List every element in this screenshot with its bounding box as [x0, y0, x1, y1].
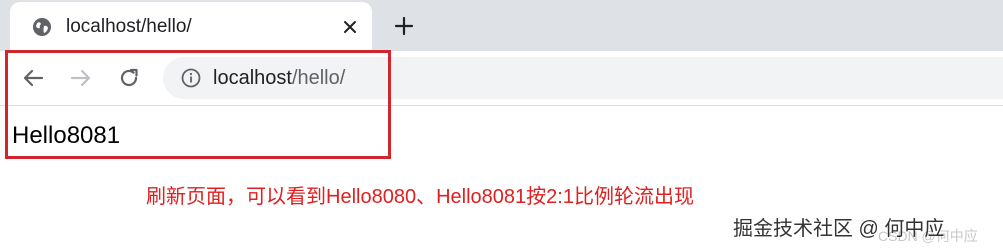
info-circle-icon[interactable] [181, 68, 201, 88]
tab-strip: localhost/hello/ [0, 0, 1003, 51]
browser-toolbar: localhost/hello/ [0, 51, 1003, 106]
url-host: localhost [213, 67, 292, 89]
tab-title: localhost/hello/ [66, 16, 192, 37]
watermark: 掘金技术社区 @ 何中应 [733, 218, 945, 240]
browser-tab[interactable]: localhost/hello/ [10, 2, 372, 51]
annotation-text: 刷新页面，可以看到Hello8080、Hello8081按2:1比例轮流出现 [146, 186, 694, 208]
close-icon[interactable] [340, 17, 360, 37]
arrow-left-icon[interactable] [20, 65, 46, 91]
globe-icon [32, 17, 52, 37]
arrow-right-icon[interactable] [68, 65, 94, 91]
address-bar[interactable]: localhost/hello/ [163, 57, 1003, 99]
url-path: /hello/ [291, 67, 346, 89]
url-text[interactable]: localhost/hello/ [213, 67, 345, 90]
reload-icon[interactable] [116, 65, 142, 91]
page-body-text: Hello8081 [12, 122, 121, 149]
plus-icon[interactable] [392, 14, 416, 38]
